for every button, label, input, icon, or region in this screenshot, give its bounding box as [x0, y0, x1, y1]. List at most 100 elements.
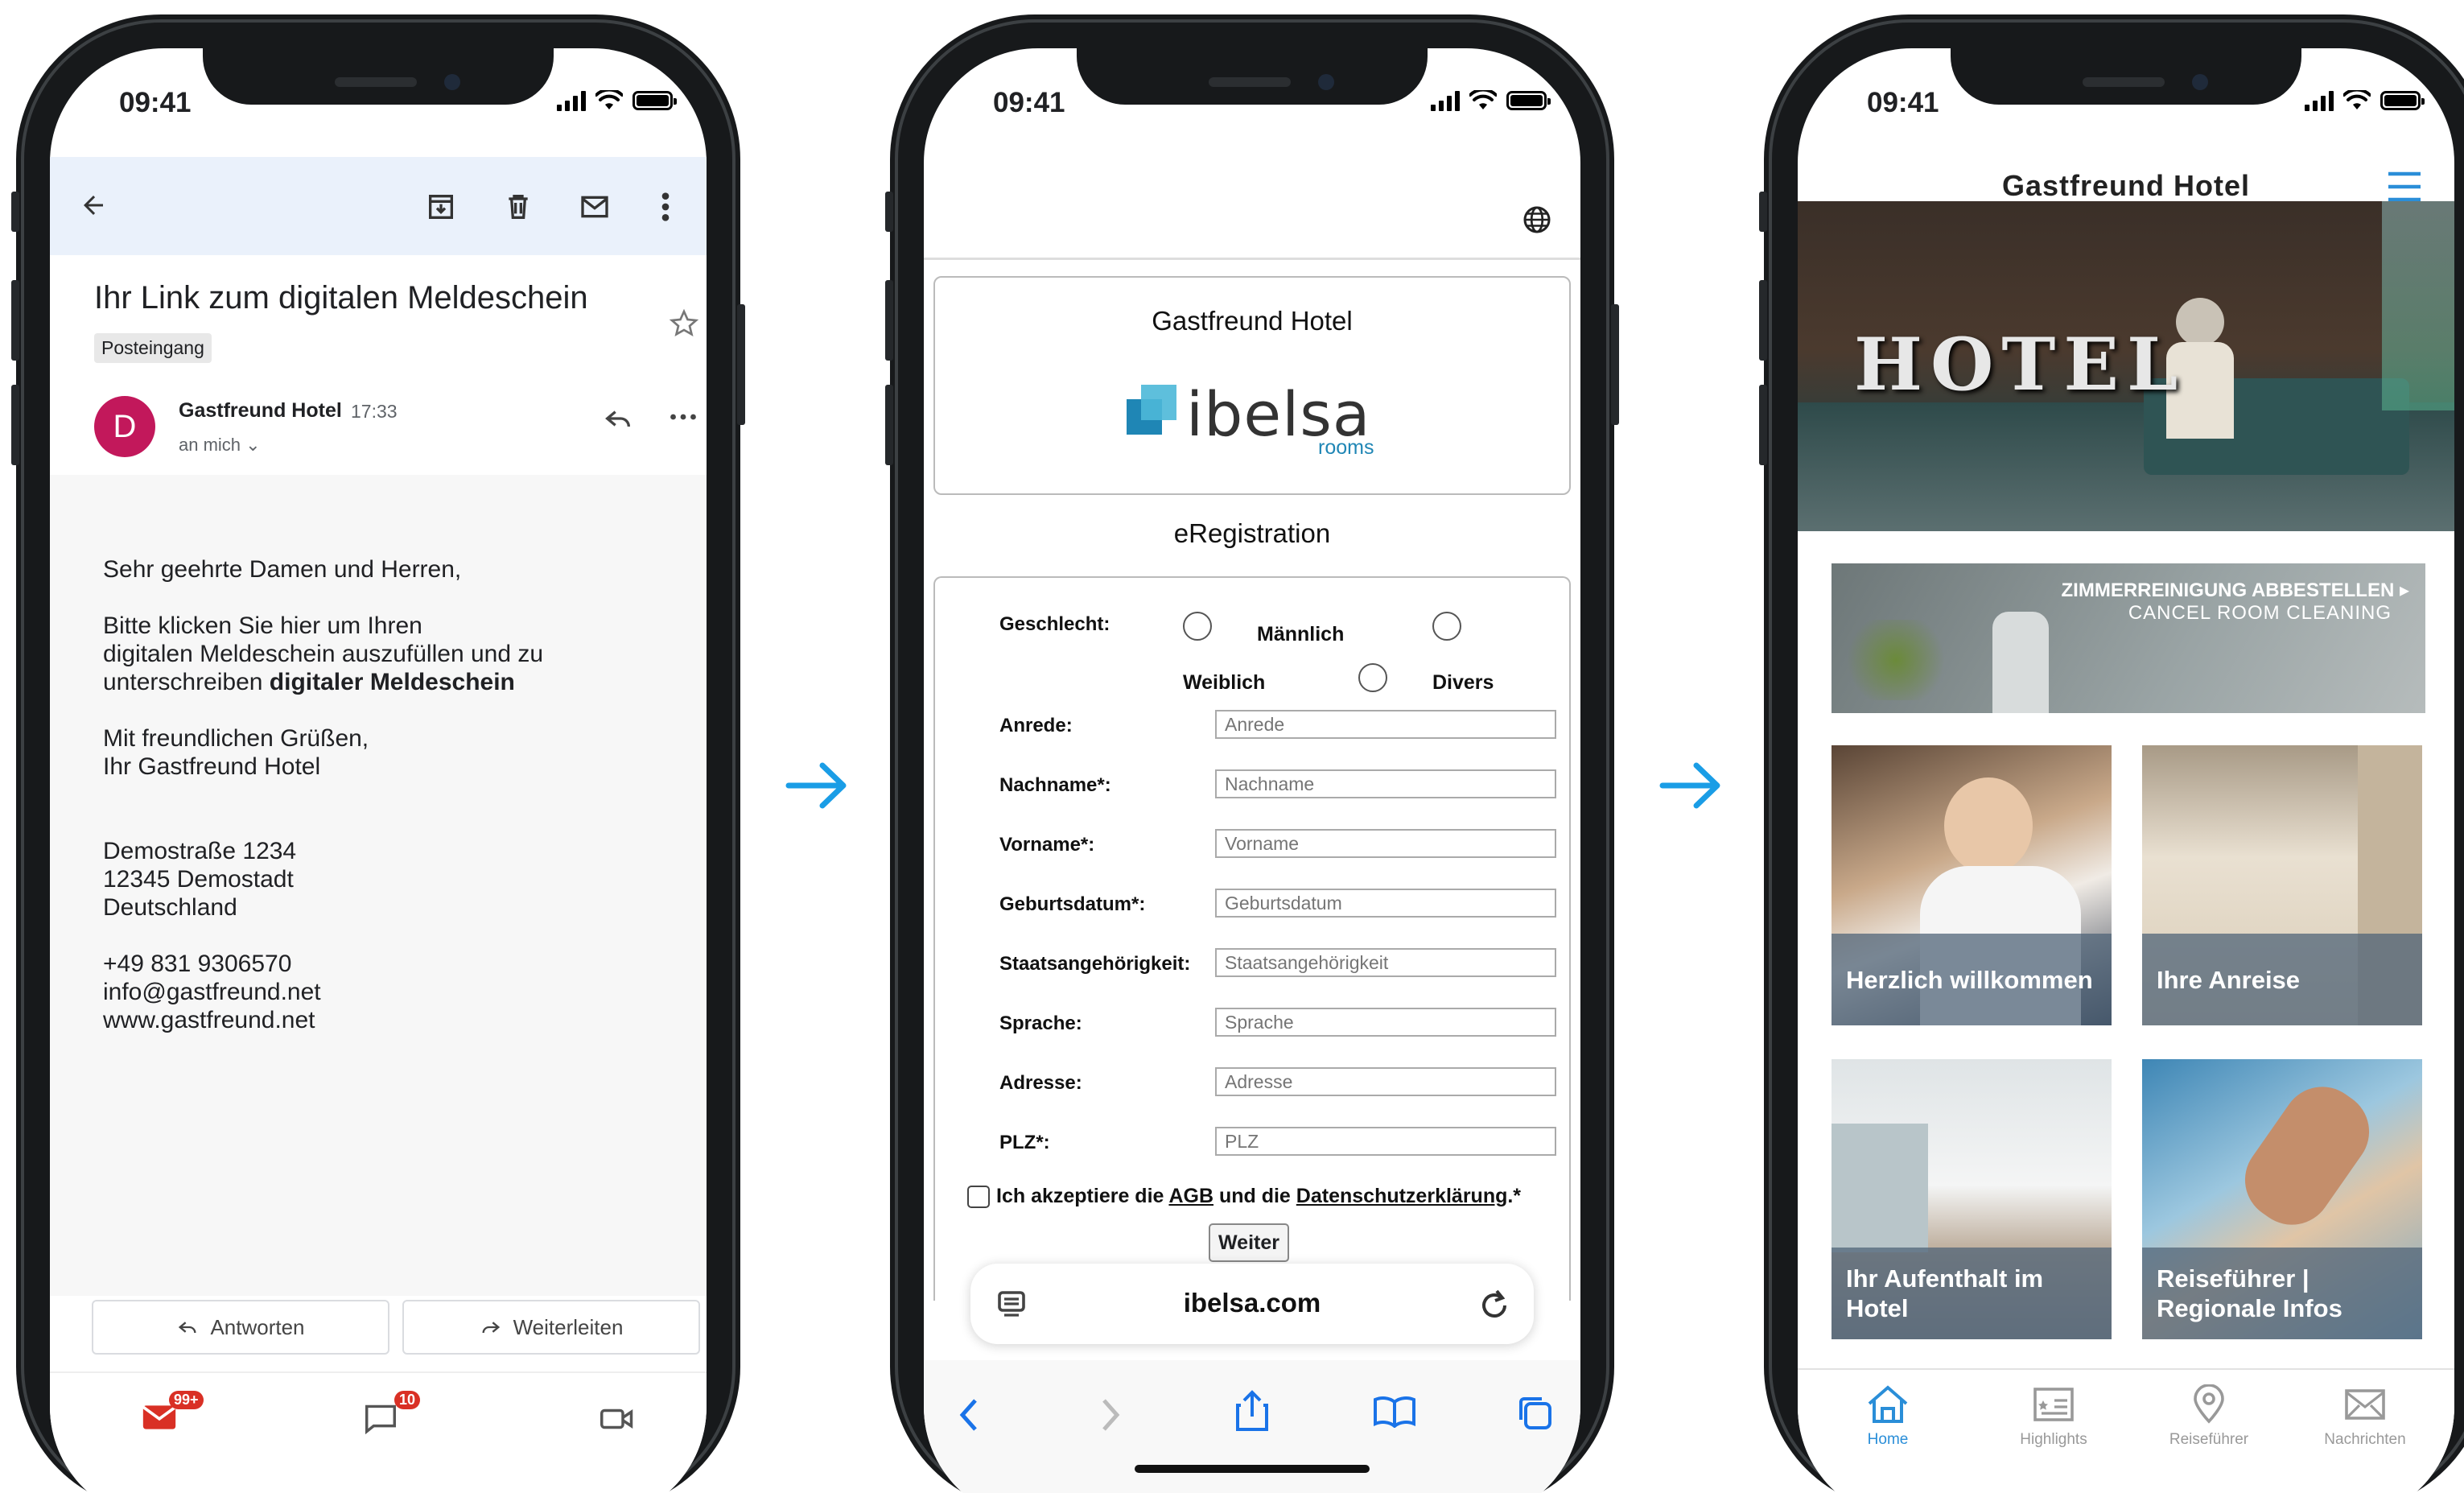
mail-screen: 09:41 Ihr Link zum digitalen Meldeschein…: [50, 48, 707, 1493]
url-text: ibelsa.com: [1183, 1288, 1321, 1318]
tab-messages[interactable]: Nachrichten: [2305, 1384, 2425, 1449]
tile-welcome[interactable]: Herzlich willkommen: [1832, 745, 2112, 1025]
tile-guide[interactable]: Reiseführer | Regionale Infos: [2142, 1059, 2422, 1339]
tab-travel-guide[interactable]: Reiseführer: [2149, 1384, 2269, 1449]
flow-arrow-icon: [1659, 762, 1720, 809]
sender-name: Gastfreund Hotel: [179, 399, 342, 422]
reply-icon: [179, 1322, 196, 1334]
meldeschein-link[interactable]: digitaler Meldeschein: [270, 669, 515, 695]
submit-button[interactable]: Weiter: [1209, 1223, 1289, 1262]
chat-badge: 10: [394, 1391, 421, 1409]
signal-icon: [2305, 90, 2334, 111]
bookmarks-icon[interactable]: [1373, 1396, 1416, 1428]
input-anrede[interactable]: [1215, 710, 1556, 739]
chevron-down-icon: ⌄: [245, 435, 261, 455]
mail-nav-icon[interactable]: [142, 1404, 177, 1431]
tab-home[interactable]: Home: [1827, 1384, 1948, 1449]
mail-bottom-nav: 99+ 10: [50, 1371, 707, 1493]
form-header: [924, 157, 1580, 260]
forward-label: Weiterleiten: [513, 1314, 624, 1339]
body-line: digitalen Meldeschein auszufüllen und zu: [103, 641, 544, 667]
consent-text: Ich akzeptiere die: [996, 1185, 1169, 1207]
input-plz[interactable]: [1215, 1127, 1556, 1156]
input-adresse[interactable]: [1215, 1067, 1556, 1096]
back-chevron-icon[interactable]: [959, 1397, 979, 1433]
play-icon: ▸: [2399, 579, 2409, 601]
radio-maennlich[interactable]: [1183, 612, 1212, 641]
tile-caption: Ihre Anreise: [2142, 934, 2422, 1025]
body-text: unterschreiben: [103, 669, 270, 695]
radio-weiblich[interactable]: [1432, 612, 1461, 641]
radio-divers[interactable]: [1358, 663, 1387, 692]
option-maennlich: Männlich: [1257, 623, 1345, 645]
tile-caption: Ihr Aufenthalt im Hotel: [1832, 1248, 2112, 1339]
consent-text: .*: [1507, 1185, 1522, 1207]
forward-icon: [482, 1322, 500, 1334]
status-time: 09:41: [119, 87, 192, 118]
hotel-name: Gastfreund Hotel: [1152, 306, 1353, 336]
reply-icon[interactable]: [602, 402, 634, 435]
label-vorname: Vorname*:: [999, 834, 1095, 856]
input-staatsangehoerigkeit[interactable]: [1215, 948, 1556, 977]
avatar[interactable]: D: [94, 396, 155, 457]
consent-checkbox[interactable]: [967, 1185, 990, 1208]
globe-icon[interactable]: [1522, 205, 1551, 234]
wifi-icon: [595, 90, 623, 109]
hero-hotel-sign: HOTEL: [1854, 322, 2186, 407]
reply-button[interactable]: Antworten: [92, 1300, 389, 1355]
closing: Ihr Gastfreund Hotel: [103, 753, 321, 780]
share-icon[interactable]: [1234, 1389, 1270, 1433]
archive-icon[interactable]: [425, 191, 457, 223]
agb-link[interactable]: AGB: [1168, 1185, 1213, 1207]
map-pin-icon: [2194, 1384, 2224, 1424]
more-vertical-icon[interactable]: [660, 191, 671, 223]
trash-icon[interactable]: [502, 191, 534, 223]
forward-chevron-icon[interactable]: [1101, 1397, 1120, 1433]
home-indicator[interactable]: [1135, 1465, 1370, 1473]
menu-icon[interactable]: [2385, 169, 2424, 204]
form-screen: 09:41 Gastfreund Hotel ibelsa rooms eReg…: [924, 48, 1580, 1493]
battery-icon: [2380, 91, 2425, 110]
option-weiblich: Weiblich: [1183, 671, 1266, 694]
tile-stay[interactable]: Ihr Aufenthalt im Hotel: [1832, 1059, 2112, 1339]
cleaning-banner[interactable]: ZIMMERREINIGUNG ABBESTELLEN ▸ CANCEL ROO…: [1832, 563, 2425, 713]
tile-caption: Reiseführer | Regionale Infos: [2142, 1248, 2422, 1339]
back-arrow-icon[interactable]: [79, 191, 108, 220]
recipient-toggle[interactable]: an mich ⌄: [179, 435, 261, 456]
ibelsa-logo: ibelsa rooms: [1117, 370, 1391, 459]
video-icon[interactable]: [600, 1407, 634, 1431]
website[interactable]: www.gastfreund.net: [103, 1006, 315, 1034]
forward-button[interactable]: Weiterleiten: [402, 1300, 700, 1355]
banner-line2: CANCEL ROOM CLEANING: [2128, 602, 2392, 624]
phone-number[interactable]: +49 831 9306570: [103, 950, 291, 978]
mail-subject: Ihr Link zum digitalen Meldeschein: [94, 280, 588, 316]
input-vorname[interactable]: [1215, 829, 1556, 858]
tab-label: Nachrichten: [2324, 1431, 2406, 1448]
address-bar[interactable]: ibelsa.com: [970, 1264, 1534, 1344]
banner-line1: ZIMMERREINIGUNG ABBESTELLEN: [2061, 579, 2395, 601]
address-line: 12345 Demostadt: [103, 866, 294, 893]
tile-arrival[interactable]: Ihre Anreise: [2142, 745, 2422, 1025]
privacy-link[interactable]: Datenschutzerklärung: [1296, 1185, 1508, 1207]
star-icon[interactable]: [668, 307, 700, 340]
recipient-label: an mich: [179, 435, 241, 455]
input-sprache[interactable]: [1215, 1008, 1556, 1037]
label-chip[interactable]: Posteingang: [94, 333, 212, 363]
status-time: 09:41: [993, 87, 1065, 118]
chat-icon[interactable]: [364, 1404, 398, 1434]
mail-body: Sehr geehrte Damen und Herren, Bitte kli…: [50, 475, 707, 1296]
mail-icon[interactable]: [578, 191, 612, 223]
tabs-icon[interactable]: [1516, 1394, 1553, 1431]
more-horizontal-icon[interactable]: [670, 412, 697, 422]
input-geburtsdatum[interactable]: [1215, 889, 1556, 918]
envelope-icon: [2345, 1389, 2385, 1420]
reload-icon[interactable]: [1481, 1289, 1510, 1320]
address-line: Deutschland: [103, 894, 237, 921]
page-title: eRegistration: [1173, 518, 1331, 548]
email-address[interactable]: info@gastfreund.net: [103, 978, 321, 1006]
label-staatsangehoerigkeit: Staatsangehörigkeit:: [999, 953, 1191, 975]
wifi-icon: [1469, 90, 1497, 109]
tab-highlights[interactable]: Highlights: [1993, 1384, 2114, 1449]
reply-label: Antworten: [210, 1314, 305, 1339]
input-nachname[interactable]: [1215, 769, 1556, 798]
